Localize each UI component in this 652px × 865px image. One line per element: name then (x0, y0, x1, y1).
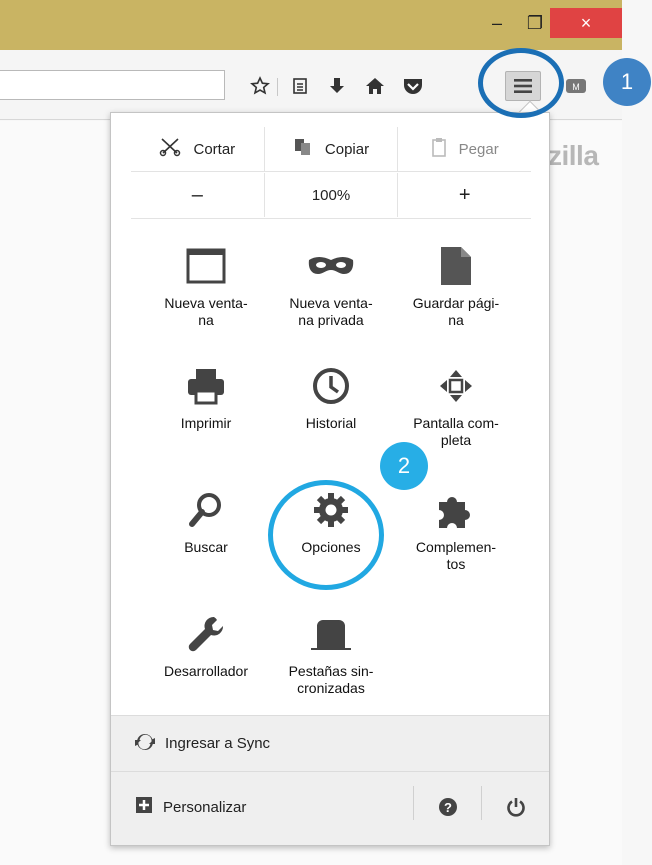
minimize-button[interactable]: – (480, 8, 514, 38)
divider (481, 786, 482, 820)
wrench-icon (141, 605, 271, 663)
step-badge-2: 2 (380, 442, 428, 490)
paste-label: Pegar (458, 140, 499, 158)
svg-text:?: ? (444, 800, 452, 815)
zoom-reset-button[interactable]: 100% (263, 173, 398, 217)
search-icon (141, 481, 271, 539)
toolbar-separator (277, 78, 278, 96)
history-button[interactable]: Historial (266, 357, 396, 432)
new-private-window-label: Nueva venta- na privada (289, 295, 373, 328)
clipboard-icon (431, 137, 447, 161)
cut-label: Cortar (193, 140, 236, 158)
customize-label: Personalizar (163, 798, 247, 816)
reading-list-icon[interactable] (286, 73, 314, 99)
print-button[interactable]: Imprimir (141, 357, 271, 432)
sync-signin-button[interactable]: Ingresar a Sync (111, 715, 549, 771)
edit-controls: Cortar Copiar Pegar (131, 127, 531, 171)
url-bar[interactable] (0, 70, 225, 100)
copy-icon (293, 138, 313, 160)
save-page-icon (391, 237, 521, 295)
developer-button[interactable]: Desarrollador (141, 605, 271, 680)
customize-button[interactable]: Personalizar (135, 796, 246, 818)
close-button[interactable]: × (550, 8, 622, 38)
brand-text: zilla (548, 140, 599, 171)
addons-button[interactable]: Complemen- tos (391, 481, 521, 573)
quit-power-icon[interactable] (501, 792, 531, 822)
new-private-window-button[interactable]: Nueva venta- na privada (266, 237, 396, 329)
history-clock-icon (266, 357, 396, 415)
cut-button[interactable]: Cortar (131, 127, 264, 171)
new-window-button[interactable]: Nueva venta- na (141, 237, 271, 329)
home-icon[interactable] (361, 73, 389, 99)
synced-tabs-label: Pestañas sin- cronizadas (288, 663, 374, 696)
find-label: Buscar (184, 539, 228, 555)
private-mask-icon (266, 237, 396, 295)
print-icon (141, 357, 271, 415)
zoom-controls: – 100% + (131, 173, 531, 217)
zoom-out-button[interactable]: – (131, 173, 264, 217)
synced-tabs-icon (266, 605, 396, 663)
step-badge-1: 1 (603, 58, 651, 106)
paste-button[interactable]: Pegar (397, 127, 531, 171)
menu-footer: Personalizar ? (111, 771, 549, 845)
zoom-in-button[interactable]: + (397, 173, 531, 217)
maximize-button[interactable]: ❐ (518, 8, 552, 38)
addons-label: Complemen- tos (415, 539, 497, 572)
scissors-icon (159, 137, 181, 161)
sync-icon (135, 732, 155, 756)
new-window-icon (141, 237, 271, 295)
main-menu-panel: Cortar Copiar Pegar – 100% + Nueva venta… (110, 112, 550, 846)
copy-label: Copiar (324, 140, 370, 158)
download-icon[interactable] (323, 73, 351, 99)
developer-label: Desarrollador (163, 663, 249, 679)
sync-label: Ingresar a Sync (165, 735, 271, 752)
window-titlebar: – ❐ × (0, 0, 622, 50)
synced-tabs-button[interactable]: Pestañas sin- cronizadas (266, 605, 396, 697)
divider (131, 171, 531, 172)
star-icon[interactable] (246, 73, 274, 99)
new-window-label: Nueva venta- na (164, 295, 248, 328)
pocket-icon[interactable] (399, 73, 427, 99)
highlight-ring-options (268, 480, 384, 590)
svg-text:M: M (572, 82, 580, 92)
divider (413, 786, 414, 820)
save-page-label: Guardar pági- na (412, 295, 500, 328)
copy-button[interactable]: Copiar (263, 127, 398, 171)
highlight-ring-menu (478, 48, 564, 118)
find-button[interactable]: Buscar (141, 481, 271, 556)
plus-box-icon (135, 796, 153, 818)
save-page-button[interactable]: Guardar pági- na (391, 237, 521, 329)
help-icon[interactable]: ? (433, 792, 463, 822)
print-label: Imprimir (180, 415, 232, 431)
puzzle-icon (391, 481, 521, 539)
addon-icon[interactable]: M (562, 73, 590, 99)
fullscreen-button[interactable]: Pantalla com- pleta (391, 357, 521, 449)
divider (131, 218, 531, 219)
fullscreen-icon (391, 357, 521, 415)
history-label: Historial (305, 415, 357, 431)
